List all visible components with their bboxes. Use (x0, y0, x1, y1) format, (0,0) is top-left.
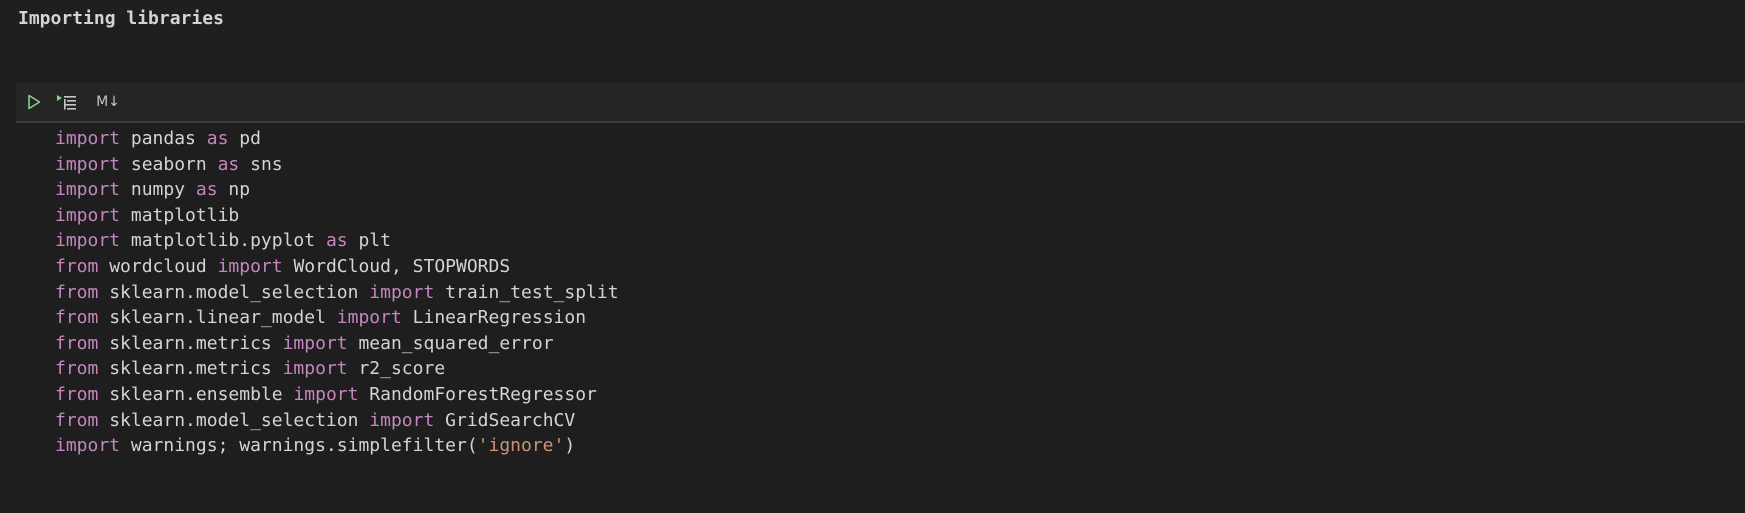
bottom-strip (0, 503, 1745, 513)
code-keyword: import (55, 230, 121, 252)
code-token: sklearn.linear_model (98, 307, 337, 329)
code-keyword: import (369, 281, 435, 303)
code-token: plt (347, 230, 391, 252)
code-token: matplotlib (120, 204, 240, 226)
code-keyword: from (55, 281, 99, 303)
run-below-icon (57, 95, 76, 110)
code-keyword: import (55, 153, 121, 175)
code-keyword: import (336, 307, 402, 329)
code-token: r2_score (347, 358, 446, 380)
code-token: seaborn (120, 153, 218, 175)
code-token: sns (239, 153, 283, 175)
code-token: pd (228, 128, 261, 149)
markdown-cell[interactable]: Importing libraries (0, 0, 1745, 82)
run-below-button[interactable] (55, 92, 79, 112)
code-keyword: import (55, 435, 121, 457)
code-editor[interactable]: import pandas as pd import seaborn as sns… (16, 123, 1745, 503)
code-token: GridSearchCV (434, 409, 576, 431)
code-line: import pandas as pd (55, 125, 261, 153)
code-token: mean_squared_error (347, 332, 554, 354)
code-keyword: as (195, 179, 218, 201)
code-token: matplotlib.pyplot (120, 230, 326, 252)
code-token: sklearn.metrics (98, 358, 283, 380)
play-icon (28, 94, 41, 110)
code-token: numpy (120, 179, 196, 201)
code-keyword: from (55, 358, 99, 380)
code-line: from sklearn.metrics import mean_squared… (55, 330, 554, 358)
code-keyword: import (55, 179, 121, 201)
code-keyword: as (325, 230, 348, 252)
code-line: from sklearn.model_selection import Grid… (55, 407, 575, 435)
code-keyword: import (217, 256, 283, 277)
code-token: RandomForestRegressor (358, 384, 597, 405)
code-cell[interactable]: M↓ import pandas as pd import seaborn as … (16, 83, 1745, 503)
code-keyword: as (217, 153, 240, 175)
code-token: LinearRegression (401, 307, 587, 329)
code-keyword: import (369, 409, 435, 431)
code-token: sklearn.model_selection (98, 281, 370, 303)
code-keyword: as (206, 128, 229, 149)
code-line: import matplotlib (55, 202, 239, 230)
code-line: from sklearn.metrics import r2_score (55, 355, 445, 383)
code-token: train_test_split (434, 281, 619, 303)
code-keyword: import (282, 332, 348, 354)
code-keyword: import (282, 358, 348, 380)
code-line: import matplotlib.pyplot as plt (55, 227, 391, 255)
code-keyword: import (293, 384, 359, 405)
markdown-toggle-label: M↓ (96, 94, 120, 110)
code-token: np (217, 179, 251, 201)
code-line: import numpy as np (55, 176, 250, 204)
run-cell-button[interactable] (25, 92, 43, 112)
code-line: import warnings; warnings.simplefilter('… (55, 432, 575, 460)
code-token: sklearn.model_selection (98, 409, 370, 431)
code-keyword: from (55, 307, 99, 329)
code-token: warnings; warnings.simplefilter( (120, 435, 478, 457)
code-token: ) (564, 435, 576, 457)
code-keyword: import (55, 204, 121, 226)
code-line: from sklearn.linear_model import LinearR… (55, 304, 586, 332)
code-keyword: from (55, 332, 99, 354)
code-keyword: import (55, 128, 121, 149)
code-line: from sklearn.model_selection import trai… (55, 279, 619, 307)
code-token: wordcloud (98, 256, 218, 277)
code-token: sklearn.metrics (98, 332, 283, 354)
code-line: from sklearn.ensemble import RandomFores… (55, 381, 597, 409)
cell-toolbar: M↓ (16, 83, 1745, 121)
code-string: 'ignore' (477, 435, 565, 457)
code-token: WordCloud, STOPWORDS (282, 256, 511, 277)
code-keyword: from (55, 409, 99, 431)
code-token: sklearn.ensemble (98, 384, 294, 405)
code-line: import seaborn as sns (55, 151, 283, 179)
code-token: pandas (120, 128, 207, 149)
code-keyword: from (55, 256, 99, 277)
markdown-heading: Importing libraries (18, 8, 224, 29)
code-line: from wordcloud import WordCloud, STOPWOR… (55, 253, 510, 281)
markdown-toggle-button[interactable]: M↓ (94, 92, 122, 112)
code-keyword: from (55, 384, 99, 405)
